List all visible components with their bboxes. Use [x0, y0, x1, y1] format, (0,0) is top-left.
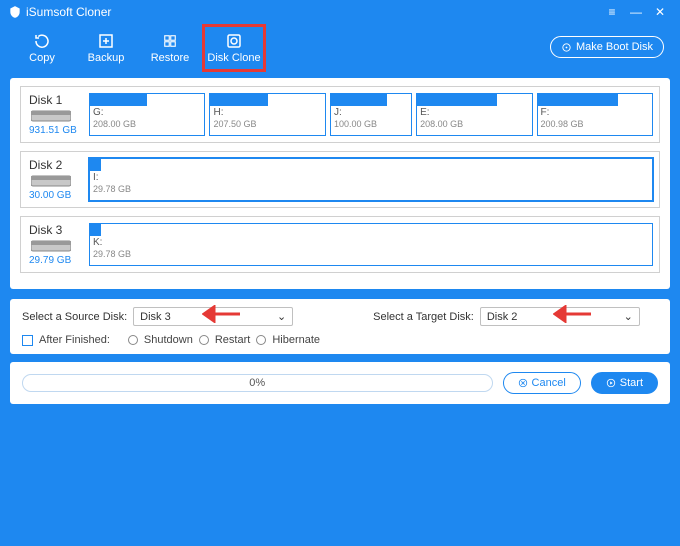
bottom-bar: 0% Cancel Start	[10, 362, 670, 404]
backup-icon	[97, 32, 115, 50]
app-brand: iSumsoft Cloner	[8, 5, 111, 19]
partition[interactable]: H:207.50 GB	[209, 93, 325, 136]
gear-icon	[561, 42, 572, 53]
partition-size: 208.00 GB	[90, 119, 204, 129]
make-boot-disk-button[interactable]: Make Boot Disk	[550, 36, 664, 58]
partition-size: 200.98 GB	[538, 119, 652, 129]
disk-name: Disk 1	[29, 93, 62, 107]
selection-panel: Select a Source Disk: Disk 3 ⌄ Select a …	[10, 299, 670, 354]
after-finished-checkbox[interactable]	[22, 335, 33, 346]
partition[interactable]: G:208.00 GB	[89, 93, 205, 136]
tool-backup[interactable]: Backup	[74, 24, 138, 72]
radio-hibernate[interactable]	[256, 335, 266, 345]
title-bar: iSumsoft Cloner ≡ — ✕	[0, 0, 680, 24]
tool-restore[interactable]: Restore	[138, 24, 202, 72]
disk-name: Disk 2	[29, 158, 62, 172]
partition-letter: H:	[210, 106, 324, 119]
app-title: iSumsoft Cloner	[26, 5, 111, 19]
partition-size: 100.00 GB	[331, 119, 411, 129]
disk-row[interactable]: Disk 2 30.00 GB I:29.78 GB	[20, 151, 660, 208]
chevron-down-icon: ⌄	[624, 310, 633, 323]
hard-drive-icon	[31, 174, 71, 188]
radio-shutdown[interactable]	[128, 335, 138, 345]
close-button[interactable]: ✕	[648, 2, 672, 22]
partition-size: 29.78 GB	[90, 184, 652, 194]
partition-letter: K:	[90, 236, 652, 249]
source-label: Select a Source Disk:	[22, 311, 127, 323]
partition[interactable]: E:208.00 GB	[416, 93, 532, 136]
hard-drive-icon	[31, 239, 71, 253]
cancel-icon	[518, 378, 528, 388]
main-toolbar: Copy Backup Restore Disk Clone Make Boot…	[0, 24, 680, 72]
minimize-button[interactable]: —	[624, 2, 648, 22]
menu-button[interactable]: ≡	[600, 2, 624, 22]
red-arrow-icon	[553, 305, 593, 323]
app-logo-icon	[8, 5, 22, 19]
hard-drive-icon	[31, 109, 71, 123]
disk-size: 931.51 GB	[29, 125, 77, 136]
tool-copy[interactable]: Copy	[10, 24, 74, 72]
partition-letter: J:	[331, 106, 411, 119]
cancel-button[interactable]: Cancel	[503, 372, 581, 394]
disk-size: 29.79 GB	[29, 255, 71, 266]
partition-size: 207.50 GB	[210, 119, 324, 129]
after-finished-label: After Finished:	[39, 334, 110, 346]
progress-bar: 0%	[22, 374, 493, 392]
chevron-down-icon: ⌄	[277, 310, 286, 323]
partition[interactable]: J:100.00 GB	[330, 93, 412, 136]
partition[interactable]: K:29.78 GB	[89, 223, 653, 266]
partition[interactable]: I:29.78 GB	[89, 158, 653, 201]
copy-icon	[33, 32, 51, 50]
red-arrow-icon	[202, 305, 242, 323]
restore-icon	[161, 32, 179, 50]
partition-size: 208.00 GB	[417, 119, 531, 129]
partition-size: 29.78 GB	[90, 249, 652, 259]
disk-row[interactable]: Disk 1931.51 GBG:208.00 GBH:207.50 GBJ:1…	[20, 86, 660, 143]
tool-disk-clone[interactable]: Disk Clone	[202, 24, 266, 72]
disks-panel: Disk 1931.51 GBG:208.00 GBH:207.50 GBJ:1…	[10, 78, 670, 289]
partition[interactable]: F:200.98 GB	[537, 93, 653, 136]
disk-clone-icon	[225, 32, 243, 50]
partition-letter: E:	[417, 106, 531, 119]
radio-restart[interactable]	[199, 335, 209, 345]
start-button[interactable]: Start	[591, 372, 658, 394]
disk-row[interactable]: Disk 3 29.79 GB K:29.78 GB	[20, 216, 660, 273]
partition-letter: F:	[538, 106, 652, 119]
partition-letter: I:	[90, 171, 652, 184]
disk-name: Disk 3	[29, 223, 62, 237]
app-window: iSumsoft Cloner ≡ — ✕ Copy Backup Restor…	[0, 0, 680, 546]
play-icon	[606, 378, 616, 388]
disk-size: 30.00 GB	[29, 190, 71, 201]
partition-letter: G:	[90, 106, 204, 119]
target-label: Select a Target Disk:	[373, 311, 474, 323]
